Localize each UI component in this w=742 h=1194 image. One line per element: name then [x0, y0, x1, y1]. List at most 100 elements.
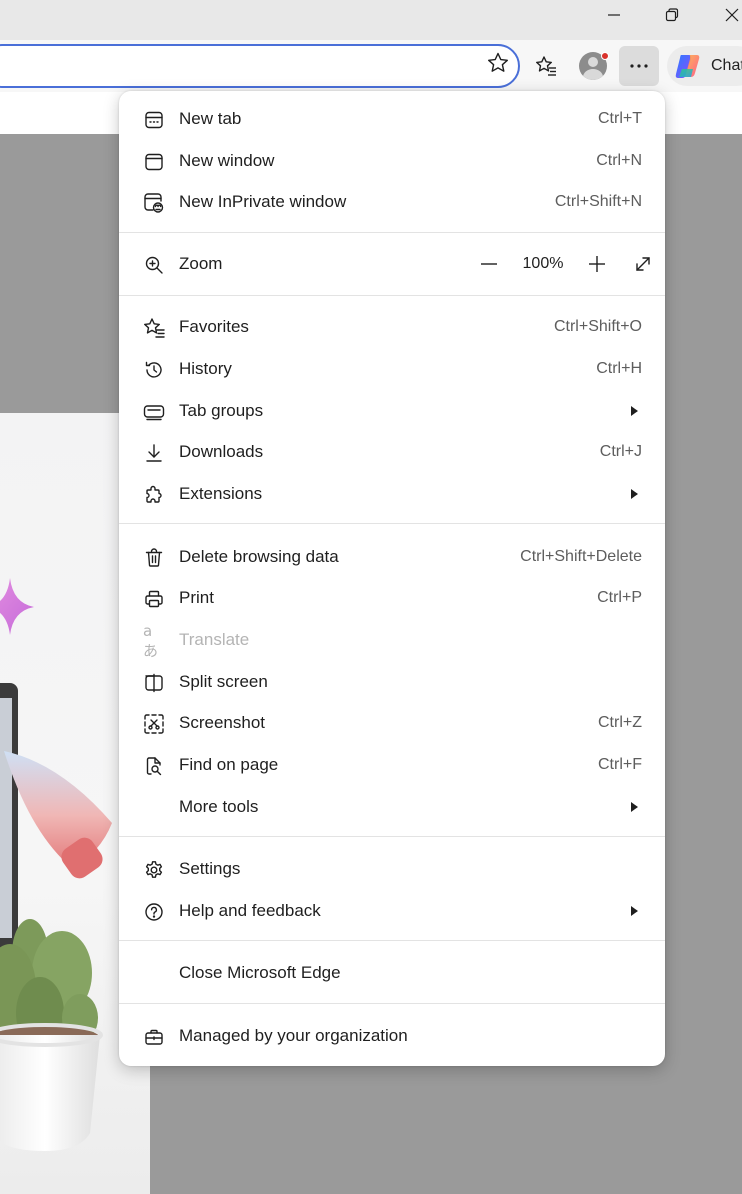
history-icon [143, 359, 165, 381]
menu-item-label: Zoom [179, 254, 223, 273]
menu-item-screenshot[interactable]: Screenshot Ctrl+Z [119, 703, 665, 743]
printer-icon [143, 588, 165, 610]
find-on-page-icon [143, 755, 165, 777]
menu-item-downloads[interactable]: Downloads Ctrl+J [119, 432, 665, 472]
submenu-arrow-icon [631, 802, 638, 812]
add-favorite-star-icon[interactable] [486, 51, 510, 80]
address-bar[interactable] [0, 44, 520, 88]
menu-item-label: Print [179, 588, 214, 607]
close-icon [725, 8, 739, 22]
menu-item-settings[interactable]: Settings [119, 849, 665, 889]
menu-item-label: Split screen [179, 672, 268, 691]
minimize-icon [608, 14, 620, 16]
favorites-icon [143, 317, 165, 339]
menu-item-history[interactable]: History Ctrl+H [119, 349, 665, 389]
menu-item-print[interactable]: Print Ctrl+P [119, 578, 665, 618]
zoom-controls: 100% [465, 244, 665, 284]
tab-groups-icon [143, 401, 165, 423]
shortcut-text: Ctrl+F [598, 756, 642, 773]
menu-divider [119, 523, 665, 524]
menu-item-translate: aあ Translate [119, 620, 665, 660]
copilot-icon [675, 55, 700, 78]
zoom-in-button[interactable] [573, 244, 621, 284]
submenu-arrow-icon [631, 906, 638, 916]
shortcut-text: Ctrl+P [597, 589, 642, 606]
menu-item-label: Delete browsing data [179, 547, 339, 566]
title-bar [0, 0, 742, 40]
menu-divider [119, 940, 665, 941]
new-tab-icon [143, 109, 165, 131]
zoom-out-button[interactable] [465, 244, 513, 284]
menu-item-extensions[interactable]: Extensions [119, 474, 665, 514]
inprivate-window-icon [143, 192, 165, 214]
menu-item-favorites[interactable]: Favorites Ctrl+Shift+O [119, 307, 665, 347]
zoom-level: 100% [522, 255, 564, 272]
minimize-button[interactable] [585, 0, 643, 30]
trash-icon [143, 547, 165, 569]
shortcut-text: Ctrl+H [596, 360, 642, 377]
settings-and-more-menu: New tab Ctrl+T New window Ctrl+N New InP… [119, 91, 665, 1066]
shortcut-text: Ctrl+Shift+Delete [520, 548, 642, 565]
menu-divider [119, 1003, 665, 1004]
more-dots-icon [630, 64, 648, 68]
menu-item-label: Favorites [179, 317, 249, 336]
briefcase-icon [143, 1026, 165, 1048]
menu-item-new-tab[interactable]: New tab Ctrl+T [119, 99, 665, 139]
menu-item-label: Downloads [179, 442, 264, 461]
translate-icon: aあ [143, 621, 158, 660]
menu-divider [119, 232, 665, 233]
restore-icon [665, 8, 679, 22]
split-screen-icon [143, 672, 165, 694]
menu-item-label: Tab groups [179, 401, 264, 420]
menu-item-close-microsoft-edge[interactable]: Close Microsoft Edge [119, 953, 665, 993]
notification-dot [601, 52, 609, 60]
browser-toolbar: Chat [0, 40, 742, 92]
extensions-icon [143, 484, 165, 506]
menu-item-delete-browsing-data[interactable]: Delete browsing data Ctrl+Shift+Delete [119, 537, 665, 577]
menu-item-label: Close Microsoft Edge [179, 963, 341, 982]
plus-icon [589, 256, 605, 272]
menu-item-label: Translate [179, 630, 250, 649]
menu-divider [119, 836, 665, 837]
screenshot-icon [143, 713, 165, 735]
chat-label: Chat [711, 57, 742, 74]
menu-item-managed-by-organization[interactable]: Managed by your organization [119, 1016, 665, 1056]
shortcut-text: Ctrl+Shift+N [554, 193, 642, 210]
menu-item-label: New tab [179, 109, 242, 128]
menu-item-label: History [179, 359, 232, 378]
shortcut-text: Ctrl+Shift+O [553, 318, 642, 335]
shortcut-text: Ctrl+T [598, 110, 642, 127]
menu-item-split-screen[interactable]: Split screen [119, 662, 665, 702]
zoom-icon [143, 254, 165, 276]
close-window-button[interactable] [703, 0, 742, 30]
menu-item-label: Extensions [179, 484, 263, 503]
minus-icon [481, 263, 497, 265]
menu-item-label: Find on page [179, 755, 279, 774]
settings-and-more-button[interactable] [619, 46, 659, 86]
menu-item-new-inprivate-window[interactable]: New InPrivate window Ctrl+Shift+N [119, 182, 665, 222]
fullscreen-icon [636, 257, 650, 271]
copilot-chat-button[interactable]: Chat [667, 46, 742, 86]
new-window-icon [143, 151, 165, 173]
menu-item-label: Help and feedback [179, 901, 321, 920]
help-icon [143, 901, 165, 923]
menu-item-help-and-feedback[interactable]: Help and feedback [119, 891, 665, 931]
shortcut-text: Ctrl+N [596, 152, 642, 169]
menu-item-new-window[interactable]: New window Ctrl+N [119, 141, 665, 181]
shortcut-text: Ctrl+Z [598, 714, 642, 731]
menu-item-label: Screenshot [179, 713, 265, 732]
menu-item-more-tools[interactable]: More tools [119, 787, 665, 827]
submenu-arrow-icon [631, 489, 638, 499]
menu-item-find-on-page[interactable]: Find on page Ctrl+F [119, 745, 665, 785]
menu-item-label: New InPrivate window [179, 192, 347, 211]
download-icon [143, 442, 165, 464]
menu-item-tab-groups[interactable]: Tab groups [119, 391, 665, 431]
menu-item-label: Managed by your organization [179, 1026, 408, 1045]
favorites-button[interactable] [526, 46, 566, 86]
fullscreen-button[interactable] [621, 244, 665, 284]
menu-item-zoom: Zoom 100% [119, 244, 665, 284]
menu-item-label: New window [179, 151, 275, 170]
restore-button[interactable] [643, 0, 701, 30]
menu-divider [119, 295, 665, 296]
shortcut-text: Ctrl+J [599, 443, 642, 460]
